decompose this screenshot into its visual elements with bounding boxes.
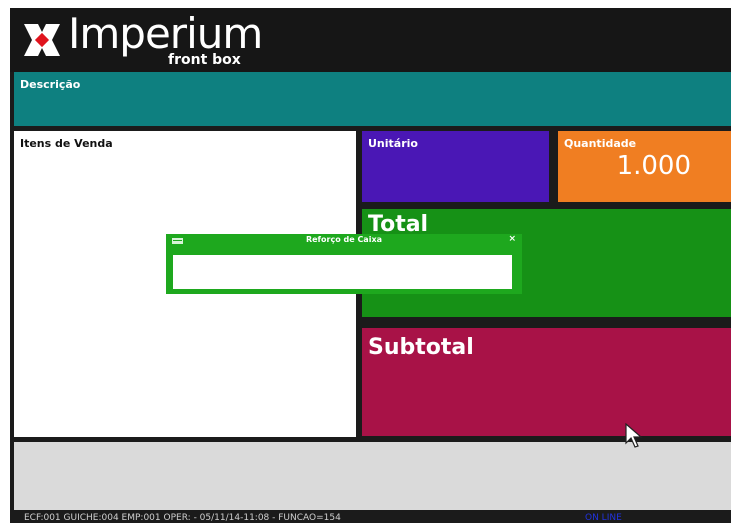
pdv-screen: Imperium front box Descrição Itens de Ve…	[10, 8, 731, 523]
dialog-title: Reforço de Caixa	[305, 235, 383, 244]
descricao-panel: Descrição	[14, 72, 731, 126]
close-icon[interactable]: ×	[508, 234, 516, 244]
reforco-de-caixa-dialog[interactable]: Reforço de Caixa ×	[166, 234, 522, 294]
unitario-panel: Unitário	[362, 131, 549, 202]
descricao-label: Descrição	[20, 78, 81, 91]
app-header: Imperium front box	[10, 8, 731, 72]
brand-title: Imperium	[68, 9, 263, 58]
brand-subtitle: front box	[168, 52, 241, 68]
status-info: ECF:001 GUICHE:004 EMP:001 OPER: - 05/11…	[24, 513, 341, 523]
imperium-logo-icon	[24, 24, 60, 56]
subtotal-panel: Subtotal	[362, 328, 731, 436]
quantidade-value: 1.000	[616, 151, 691, 181]
mouse-cursor-icon	[625, 423, 643, 448]
subtotal-label: Subtotal	[368, 335, 474, 360]
status-bar: ECF:001 GUICHE:004 EMP:001 OPER: - 05/11…	[10, 513, 731, 523]
quantidade-label: Quantidade	[564, 137, 637, 150]
reforco-value-input[interactable]	[173, 255, 512, 289]
dialog-titlebar[interactable]: Reforço de Caixa ×	[166, 234, 522, 248]
online-status: ON LINE	[585, 513, 622, 523]
unitario-label: Unitário	[368, 137, 418, 150]
quantidade-panel: Quantidade 1.000	[558, 131, 731, 202]
itens-de-venda-label: Itens de Venda	[20, 137, 113, 150]
message-area	[14, 442, 731, 510]
